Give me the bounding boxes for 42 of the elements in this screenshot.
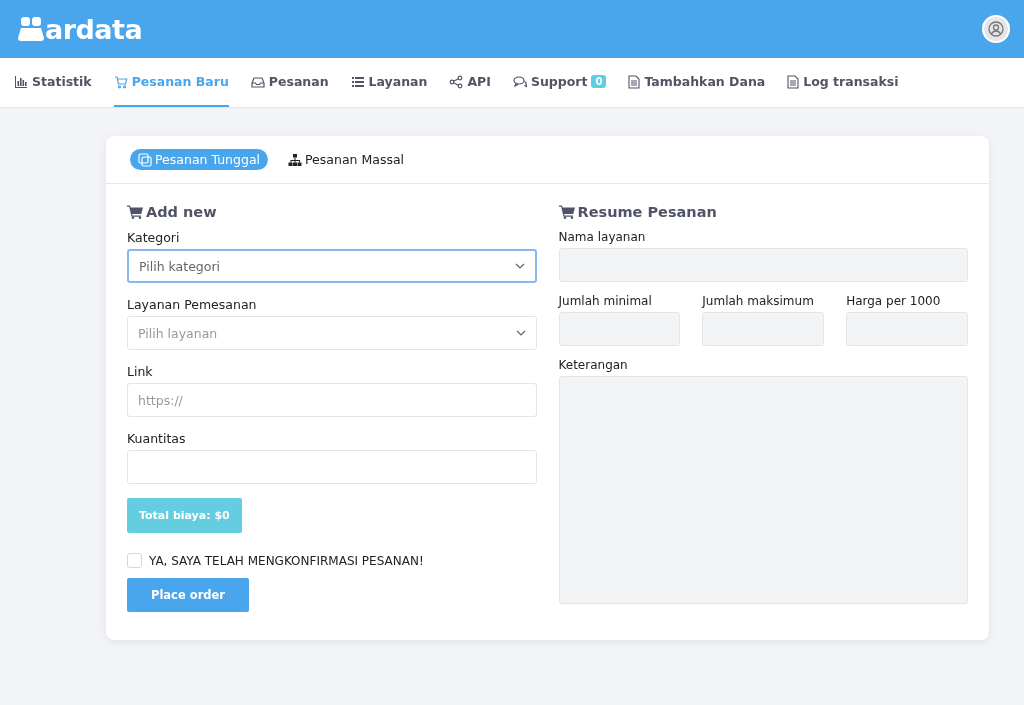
select-field[interactable]: Pilih kategori [127,249,537,283]
copy-icon [138,152,152,167]
chat-bubbles-icon [512,74,527,89]
nav-tab[interactable]: Support 0 [512,58,607,107]
section-title: Resume Pesanan [577,204,717,220]
checkbox-label: YA, SAYA TELAH MENGKONFIRMASI PESANAN! [149,553,424,568]
sitemap-icon [288,152,303,167]
order-tab[interactable]: Pesanan Massal [280,149,413,170]
user-avatar[interactable] [982,15,1010,43]
field-label: Jumlah minimal [558,294,653,308]
input-field[interactable] [127,450,537,484]
document-icon [628,74,641,89]
nav-tab[interactable]: Pesanan [250,58,329,107]
section-title: Add new [146,204,217,220]
field-label: Jumlah maksimum [702,294,815,308]
field-label: Kuantitas [127,431,187,446]
field-label: Keterangan [558,358,629,372]
confirm-checkbox[interactable] [127,553,142,568]
chevron-down-icon [515,330,526,336]
logo-icon [18,17,44,41]
cart-icon [113,74,128,89]
nav-tab[interactable]: Statistik [14,58,92,107]
field-label: Harga per 1000 [846,294,942,308]
share-icon [449,74,464,89]
count-badge: 0 [591,75,607,88]
list-icon [350,74,365,89]
nav-tab[interactable]: API [449,58,491,107]
input-field[interactable]: https:// [127,383,537,417]
field-label: Layanan Pemesanan [127,297,258,312]
document-icon [787,74,800,89]
inbox-icon [250,74,265,89]
field-label: Link [127,364,154,379]
nav-tab[interactable]: Log transaksi [787,58,899,107]
nav-tab[interactable]: Tambahkan Dana [628,58,766,107]
field-label: Kategori [127,230,181,245]
logo-text: ardata [45,13,143,45]
chevron-down-icon [514,263,525,269]
cart-icon [558,205,575,219]
cart-icon [127,205,143,219]
nav-tab[interactable]: Layanan [350,58,428,107]
bar-chart-icon [14,74,28,89]
field-label: Nama layanan [558,230,647,244]
